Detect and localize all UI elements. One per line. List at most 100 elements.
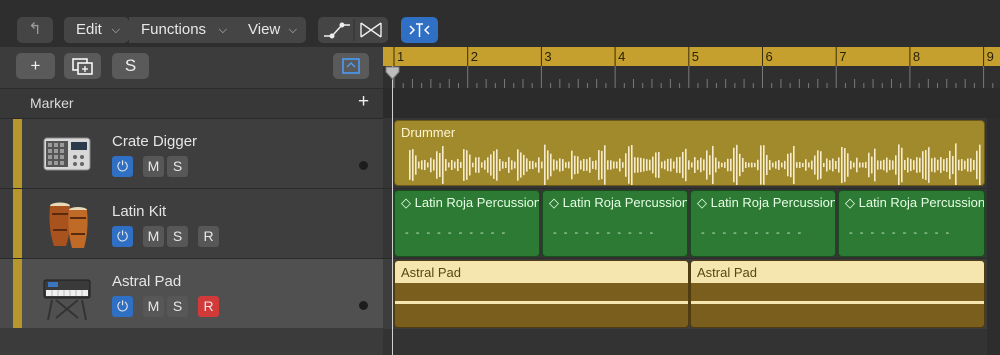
view-menu-button[interactable]: View ⌵ (236, 17, 306, 43)
arrange-area[interactable]: Drummer ◇ Latin Roja Percussion - - - - … (383, 118, 1000, 355)
power-button[interactable]: ⏻ (112, 156, 133, 177)
astral-pad-region[interactable]: Astral Pad (690, 260, 985, 328)
bar-ruler[interactable]: 1 2 3 4 5 6 7 8 9 (383, 47, 1000, 66)
waveform-bar (622, 162, 624, 168)
waveform-bar (763, 145, 765, 185)
power-button[interactable]: ⏻ (112, 296, 133, 317)
edit-menu-button[interactable]: Edit ⌵ (64, 17, 129, 43)
waveform-bar (958, 159, 960, 171)
waveform-bar (433, 159, 435, 171)
waveform-bar (862, 162, 864, 168)
waveform-bar (538, 157, 540, 173)
waveform-bar (634, 157, 636, 173)
waveform-bar (820, 151, 822, 179)
waveform-bar (961, 159, 963, 171)
waveform-bar (754, 162, 756, 168)
waveform-bar (847, 153, 849, 177)
waveform-bar (853, 162, 855, 168)
record-enable-dot[interactable] (359, 161, 368, 170)
waveform-bar (430, 157, 432, 173)
waveform-bar (793, 145, 795, 185)
latin-region[interactable]: ◇ Latin Roja Percussion - - - - - - - - … (690, 190, 836, 257)
waveform-bar (412, 149, 414, 181)
duplicate-track-button[interactable] (64, 53, 101, 79)
waveform-bar (898, 144, 900, 185)
add-track-button[interactable]: + (16, 53, 55, 79)
waveform-bar (880, 160, 882, 170)
region-title: ◇ Latin Roja Percussion (549, 195, 688, 210)
add-track-label: + (30, 56, 41, 75)
waveform-bar (571, 150, 573, 180)
waveform-bar (685, 148, 687, 182)
waveform-bar (790, 152, 792, 178)
record-button[interactable]: R (198, 226, 219, 247)
waveform-bar (511, 160, 513, 170)
record-enable-dot[interactable] (359, 301, 368, 310)
waveform-bar (739, 153, 741, 177)
functions-menu-button[interactable]: Functions ⌵ (129, 17, 236, 43)
bar-number: 7 (839, 49, 846, 64)
drummer-region[interactable]: Drummer (394, 120, 985, 186)
waveform-bar (901, 147, 903, 183)
view-toggle-button[interactable] (333, 53, 369, 79)
bar-number: 2 (471, 49, 478, 64)
waveform-bar (595, 160, 597, 170)
waveform-bar (706, 150, 708, 180)
waveform-bar (613, 161, 615, 169)
waveform-bar (580, 160, 582, 170)
waveform-bar (727, 158, 729, 172)
solo-track-button[interactable]: S (167, 156, 188, 177)
power-button[interactable]: ⏻ (112, 226, 133, 247)
waveform-bar (601, 150, 603, 180)
flex-icon[interactable] (360, 22, 382, 38)
track-header[interactable]: Latin Kit ⏻ M S R (0, 188, 383, 258)
latin-region[interactable]: ◇ Latin Roja Percussion - - - - - - - - … (394, 190, 540, 257)
catch-playhead-button[interactable] (401, 17, 438, 43)
back-icon[interactable]: ↰ (17, 17, 53, 43)
waveform-bar (454, 161, 456, 169)
add-marker-button[interactable]: + (358, 91, 369, 113)
beat-ruler[interactable] (383, 66, 1000, 88)
waveform-bar (667, 158, 669, 172)
solo-track-button[interactable]: S (167, 296, 188, 317)
latin-region[interactable]: ◇ Latin Roja Percussion - - - - - - - - … (838, 190, 985, 257)
solo-button[interactable]: S (112, 53, 149, 79)
track-name[interactable]: Astral Pad (112, 273, 181, 290)
astral-pad-region[interactable]: Astral Pad (394, 260, 689, 328)
waveform-bar (616, 161, 618, 169)
latin-region[interactable]: ◇ Latin Roja Percussion - - - - - - - - … (542, 190, 688, 257)
track-header[interactable]: Crate Digger ⏻ M S (0, 118, 383, 188)
track-name[interactable]: Latin Kit (112, 203, 166, 220)
bar-number: 6 (766, 49, 773, 64)
record-button[interactable]: R (198, 296, 219, 317)
waveform-bar (631, 144, 633, 185)
waveform-bar (787, 153, 789, 177)
waveform-bar (490, 154, 492, 176)
scroll-gutter (987, 118, 1000, 355)
solo-track-button[interactable]: S (167, 226, 188, 247)
waveform-bar (964, 160, 966, 170)
waveform-bar (478, 157, 480, 173)
waveform-bar (937, 159, 939, 171)
waveform-bar (715, 157, 717, 173)
mute-button[interactable]: M (143, 226, 164, 247)
waveform-bar (421, 160, 423, 170)
playhead-handle-icon[interactable] (385, 66, 400, 80)
mute-button[interactable]: M (143, 156, 164, 177)
playhead[interactable] (392, 66, 393, 355)
marker-lane[interactable] (383, 88, 1000, 118)
waveform-bar (913, 160, 915, 170)
track-header[interactable]: Astral Pad ⏻ M S R (0, 258, 383, 328)
waveform-bar (472, 162, 474, 168)
automation-icon[interactable] (324, 22, 350, 39)
waveform-bar (589, 157, 591, 173)
waveform-bar (883, 159, 885, 171)
waveform-bar (766, 154, 768, 176)
waveform-bar (874, 148, 876, 182)
waveform-bar (733, 147, 735, 183)
waveform-bar (829, 160, 831, 170)
mute-button[interactable]: M (143, 296, 164, 317)
waveform-bar (943, 159, 945, 171)
waveform-bar (751, 162, 753, 168)
track-name[interactable]: Crate Digger (112, 133, 197, 150)
